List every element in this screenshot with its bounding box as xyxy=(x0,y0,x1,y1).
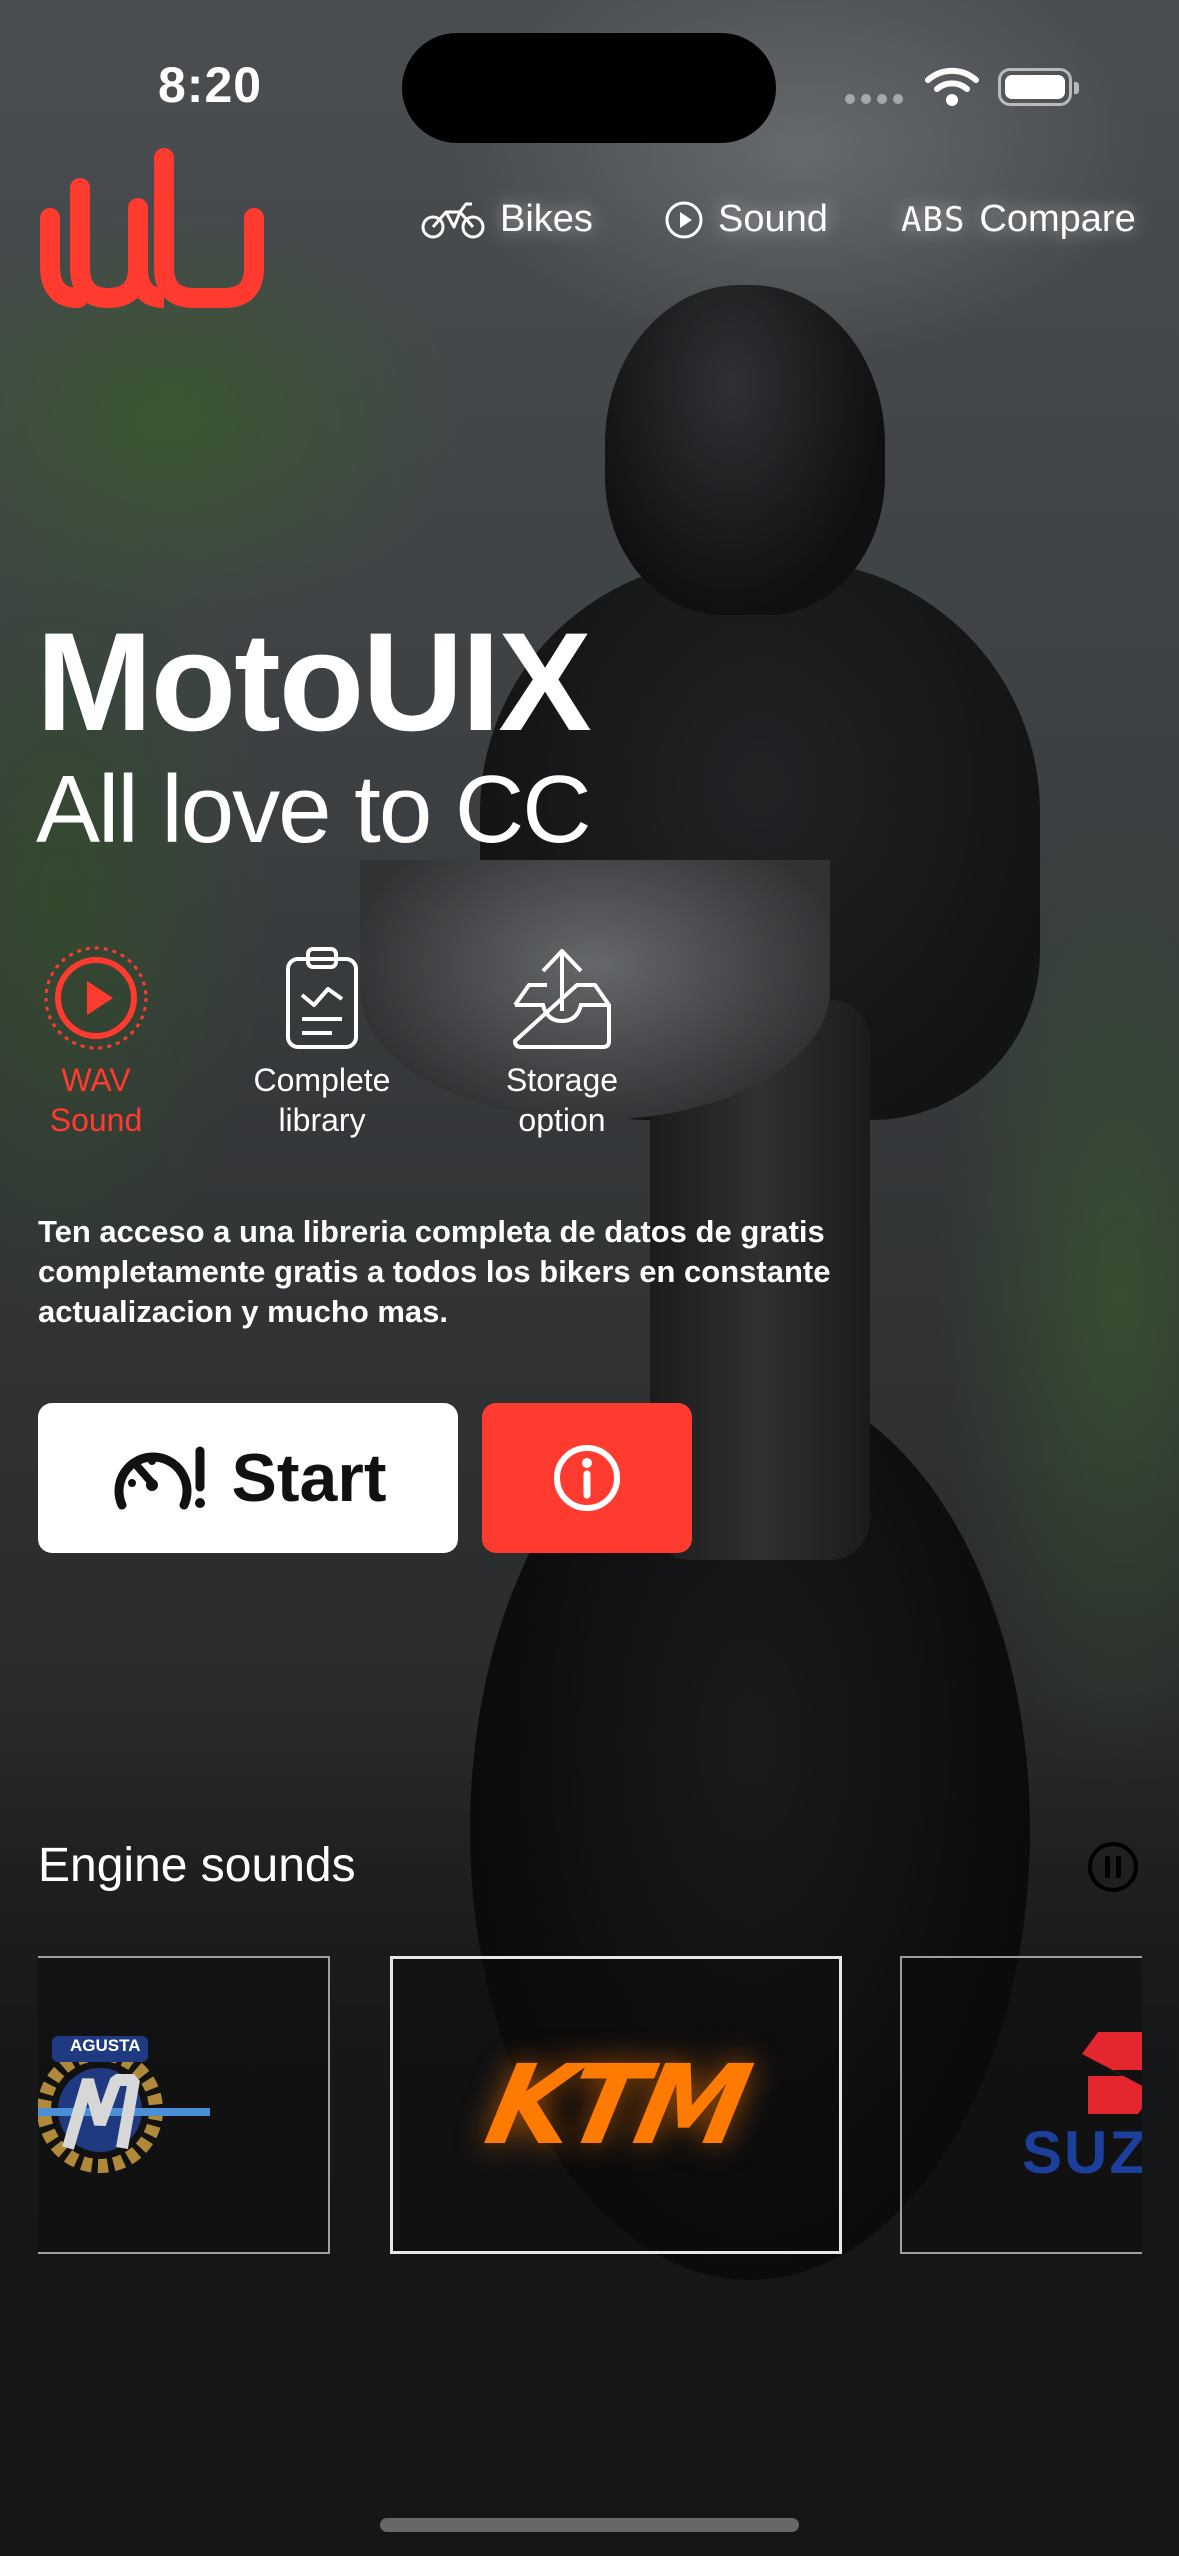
info-button[interactable] xyxy=(482,1403,692,1553)
nav-compare-label: Compare xyxy=(979,198,1136,240)
play-circle-icon xyxy=(665,201,703,238)
feature-label: Complete xyxy=(253,1062,391,1098)
pause-circle-icon[interactable] xyxy=(1086,1840,1140,1894)
app-logo[interactable] xyxy=(38,148,274,308)
clipboard-check-icon xyxy=(286,947,358,1049)
nav-sound[interactable]: Sound xyxy=(664,198,828,241)
status-time: 8:20 xyxy=(158,57,263,113)
abs-icon: ABS xyxy=(901,199,966,240)
nav-bikes[interactable]: Bikes xyxy=(420,198,593,241)
brand-carousel[interactable]: AGUSTA KTM SUZUKI xyxy=(38,1956,1142,2256)
nav-compare[interactable]: ABS Compare xyxy=(901,198,1136,241)
description-text: Ten acceso a una libreria completa de da… xyxy=(38,1214,831,1329)
speedometer-alert-icon xyxy=(114,1446,205,1510)
home-indicator[interactable] xyxy=(380,2518,799,2532)
ktm-logo: KTM xyxy=(476,2041,756,2169)
info-circle-icon xyxy=(554,1445,620,1511)
motorcycle-icon xyxy=(421,202,485,238)
cellular-signal-icon xyxy=(845,94,903,104)
feature-storage-option[interactable]: Storage option xyxy=(452,945,672,1140)
feature-label: Storage xyxy=(505,1062,619,1098)
app-title: MotoUIX xyxy=(36,603,592,760)
start-button-label: Start xyxy=(231,1440,387,1516)
feature-label: library xyxy=(278,1102,366,1138)
feature-complete-library[interactable]: Complete library xyxy=(212,945,432,1140)
feature-label: Sound xyxy=(49,1102,143,1138)
wifi-icon xyxy=(925,67,979,106)
nav-sound-label: Sound xyxy=(718,198,828,240)
section-title-engine-sounds: Engine sounds xyxy=(38,1839,356,1892)
start-button[interactable]: Start xyxy=(38,1403,458,1553)
app-subtitle: All love to CC xyxy=(36,756,592,863)
feature-wav-sound[interactable]: WAV Sound xyxy=(0,945,206,1140)
brand-card-suzuki[interactable]: SUZUKI xyxy=(900,1956,1142,2254)
brand-card-mv-agusta[interactable]: AGUSTA xyxy=(38,1956,330,2254)
feature-label: WAV xyxy=(61,1062,131,1098)
mv-agusta-logo-text: AGUSTA xyxy=(70,2036,141,2055)
tray-upload-icon xyxy=(513,949,611,1049)
play-circle-icon xyxy=(44,946,148,1050)
suzuki-s-logo xyxy=(1082,2032,1142,2114)
suzuki-logo-text: SUZUKI xyxy=(1022,2119,1142,2186)
dynamic-island xyxy=(402,33,776,143)
battery-icon xyxy=(998,68,1079,106)
nav-bikes-label: Bikes xyxy=(500,198,593,240)
brand-card-ktm[interactable]: KTM xyxy=(390,1956,842,2254)
feature-label: option xyxy=(518,1102,606,1138)
